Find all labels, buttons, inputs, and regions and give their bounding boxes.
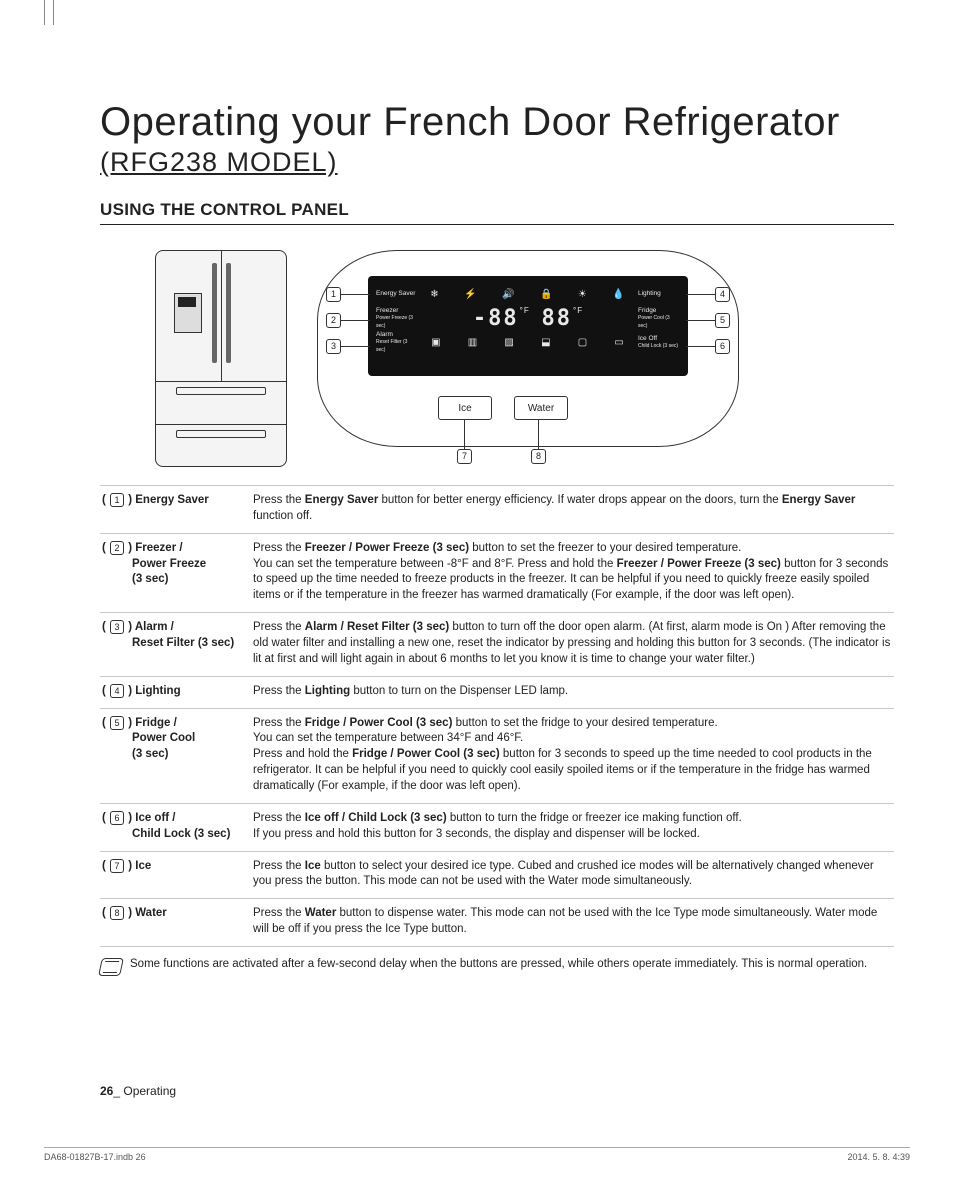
iceoff-icon: ▢ <box>578 337 588 348</box>
panel-lighting-label: Lighting <box>638 290 680 297</box>
panel-childlock-label: Child Lock (3 sec) <box>638 343 678 349</box>
control-row: ( 8 ) WaterPress the Water button to dis… <box>100 898 894 947</box>
panel-power-cool-label: Power Cool (3 sec) <box>638 315 670 329</box>
fridge-illustration <box>155 250 287 467</box>
sound-icon: 🔊 <box>502 289 515 300</box>
control-row-desc: Press the Lighting button to turn on the… <box>253 684 894 700</box>
note-icon <box>98 958 124 976</box>
callout-5: 5 <box>715 313 730 328</box>
control-row: ( 6 ) Ice off /Child Lock (3 sec)Press t… <box>100 803 894 851</box>
panel-reset-filter-label: Reset Filter (3 sec) <box>376 339 407 353</box>
drop-icon: 💧 <box>612 289 625 300</box>
control-row: ( 4 ) LightingPress the Lighting button … <box>100 676 894 708</box>
callout-3: 3 <box>326 339 341 354</box>
control-row-label: ( 5 ) Fridge /Power Cool(3 sec) <box>100 716 253 795</box>
control-row-desc: Press the Water button to dispense water… <box>253 906 894 938</box>
cubed-icon: ▥ <box>468 337 478 348</box>
control-row-label: ( 7 ) Ice <box>100 859 253 891</box>
callout-7: 7 <box>457 449 472 464</box>
control-row: ( 1 ) Energy SaverPress the Energy Saver… <box>100 485 894 533</box>
power-icon: ⚡ <box>464 289 477 300</box>
callout-4: 4 <box>715 287 730 302</box>
control-panel-illustration: Energy Saver ❄ ⚡ 🔊 🔒 ☀ 💧 Lighting <box>317 250 739 467</box>
panel-power-freeze-label: Power Freeze (3 sec) <box>376 315 413 329</box>
control-row: ( 5 ) Fridge /Power Cool(3 sec)Press the… <box>100 708 894 803</box>
callout-2: 2 <box>326 313 341 328</box>
panel-iceoff-label: Ice Off <box>638 335 657 342</box>
note-text: Some functions are activated after a few… <box>130 957 867 973</box>
lock-icon: 🔒 <box>540 289 553 300</box>
control-row-label: ( 2 ) Freezer /Power Freeze(3 sec) <box>100 541 253 604</box>
section-heading: USING THE CONTROL PANEL <box>100 200 894 225</box>
fridge-temp-display: 88 <box>542 306 573 331</box>
control-row-desc: Press the Ice off / Child Lock (3 sec) b… <box>253 811 894 843</box>
control-row: ( 7 ) IcePress the Ice button to select … <box>100 851 894 899</box>
panel-icon-row: ▣ ▥ ▨ ⬓ ▢ ▭ <box>418 337 638 348</box>
light-icon: ☀ <box>578 289 588 300</box>
control-row-label: ( 6 ) Ice off /Child Lock (3 sec) <box>100 811 253 843</box>
control-row: ( 2 ) Freezer /Power Freeze(3 sec)Press … <box>100 533 894 612</box>
water-icon: ⬓ <box>541 337 551 348</box>
manual-page: Operating your French Door Refrigerator … <box>0 0 954 1190</box>
snowflake-icon: ❄ <box>430 289 439 300</box>
top-tab-mark <box>44 0 54 25</box>
ice-button: Ice <box>438 396 492 420</box>
panel-freezer-label: Freezer <box>376 307 398 314</box>
page-title: Operating your French Door Refrigerator <box>100 100 894 145</box>
control-row-desc: Press the Alarm / Reset Filter (3 sec) b… <box>253 620 894 668</box>
panel-alarm-label: Alarm <box>376 331 393 338</box>
panel-fridge-label: Fridge <box>638 307 656 314</box>
control-row-desc: Press the Ice button to select your desi… <box>253 859 894 891</box>
freezer-temp-display: -88 <box>473 306 519 331</box>
control-descriptions: ( 1 ) Energy SaverPress the Energy Saver… <box>100 485 894 947</box>
callout-6: 6 <box>715 339 730 354</box>
control-panel-diagram: Energy Saver ❄ ⚡ 🔊 🔒 ☀ 💧 Lighting <box>155 250 894 467</box>
print-date: 2014. 5. 8. 4:39 <box>847 1152 910 1162</box>
control-row-label: ( 8 ) Water <box>100 906 253 938</box>
iceoff2-icon: ▭ <box>614 337 624 348</box>
page-number: 26 <box>100 1084 113 1098</box>
callout-8: 8 <box>531 449 546 464</box>
page-footer: 26_ Operating <box>100 1084 176 1098</box>
control-row-desc: Press the Energy Saver button for better… <box>253 493 894 525</box>
crushed-icon: ▨ <box>504 337 514 348</box>
model-subtitle: (RFG238 MODEL) <box>100 147 894 178</box>
note-box: Some functions are activated after a few… <box>100 957 894 976</box>
water-button: Water <box>514 396 568 420</box>
control-row-desc: Press the Freezer / Power Freeze (3 sec)… <box>253 541 894 604</box>
control-row: ( 3 ) Alarm /Reset Filter (3 sec)Press t… <box>100 612 894 676</box>
panel-energy-saver-label: Energy Saver <box>376 290 418 297</box>
filter-icon: ▣ <box>431 337 441 348</box>
print-file: DA68-01827B-17.indb 26 <box>44 1152 146 1162</box>
control-row-label: ( 3 ) Alarm /Reset Filter (3 sec) <box>100 620 253 668</box>
print-metadata: DA68-01827B-17.indb 26 2014. 5. 8. 4:39 <box>44 1147 910 1162</box>
control-row-label: ( 4 ) Lighting <box>100 684 253 700</box>
control-row-desc: Press the Fridge / Power Cool (3 sec) bu… <box>253 716 894 795</box>
callout-1: 1 <box>326 287 341 302</box>
page-section-label: _ Operating <box>113 1084 176 1098</box>
control-row-label: ( 1 ) Energy Saver <box>100 493 253 525</box>
